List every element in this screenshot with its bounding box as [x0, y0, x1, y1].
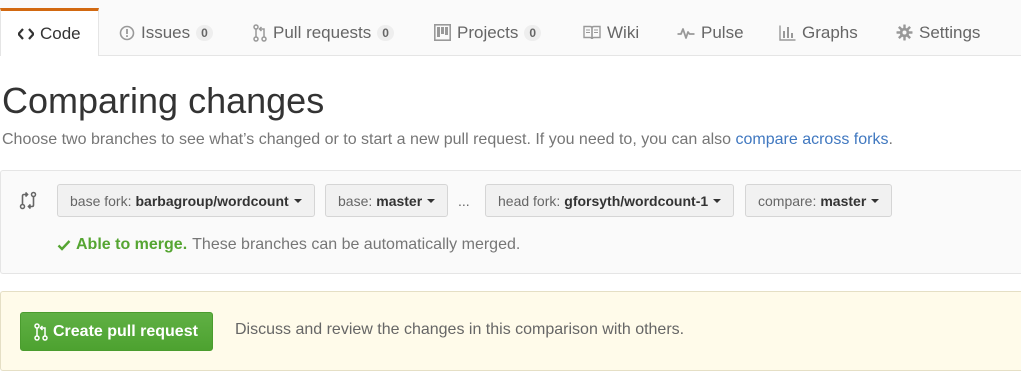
- range-ellipsis: ...: [458, 193, 470, 209]
- base-fork-value: barbagroup/wordcount: [135, 192, 289, 209]
- base-branch-select[interactable]: base: master: [325, 184, 449, 217]
- tab-issues-label: Issues: [141, 22, 191, 42]
- head-fork-value: gforsyth/wordcount-1: [564, 192, 709, 209]
- compare-branch-value: master: [820, 192, 867, 209]
- issue-opened-icon: [119, 25, 135, 41]
- banner-description: Discuss and review the changes in this c…: [235, 321, 685, 338]
- create-pull-request-button[interactable]: Create pull request: [20, 312, 213, 351]
- tab-settings[interactable]: Settings: [896, 9, 980, 56]
- tab-pull-requests[interactable]: Pull requests 0: [253, 9, 394, 56]
- merge-status-detail: These branches can be automatically merg…: [192, 236, 521, 253]
- graph-icon: [779, 25, 796, 41]
- tab-issues[interactable]: Issues 0: [119, 9, 213, 56]
- tab-pulse[interactable]: Pulse: [677, 9, 744, 56]
- pulse-icon: [677, 26, 695, 40]
- gear-icon: [896, 24, 913, 41]
- tab-code[interactable]: Code: [0, 8, 99, 56]
- head-fork-label: head fork:: [498, 192, 561, 209]
- compare-across-forks-link[interactable]: compare across forks: [736, 131, 889, 148]
- check-icon: [57, 239, 71, 251]
- base-fork-select[interactable]: base fork: barbagroup/wordcount: [57, 184, 315, 217]
- tab-graphs[interactable]: Graphs: [779, 9, 858, 56]
- caret-down-icon: [871, 198, 880, 203]
- tab-settings-label: Settings: [919, 22, 981, 42]
- repo-tab-nav: Code Issues 0 Pull requests 0 Projects 0…: [0, 0, 1021, 56]
- tab-projects[interactable]: Projects 0: [434, 9, 542, 56]
- git-pull-request-icon: [34, 322, 48, 341]
- project-icon: [434, 24, 451, 41]
- book-icon: [583, 25, 601, 40]
- tab-code-label: Code: [40, 23, 81, 43]
- git-compare-icon[interactable]: [19, 191, 37, 215]
- range-editor: base fork: barbagroup/wordcount base: ma…: [0, 170, 1021, 274]
- base-fork-label: base fork:: [70, 192, 132, 209]
- head-fork-select[interactable]: head fork: gforsyth/wordcount-1: [485, 184, 735, 217]
- git-pull-request-icon: [253, 23, 267, 42]
- subtitle-text: Choose two branches to see what’s change…: [2, 131, 732, 148]
- code-icon: [18, 27, 34, 41]
- create-pr-banner: Create pull request Discuss and review t…: [0, 291, 1021, 371]
- create-pull-request-label: Create pull request: [53, 322, 198, 340]
- tab-pulse-label: Pulse: [701, 22, 744, 42]
- tab-wiki-label: Wiki: [607, 22, 640, 42]
- base-branch-label: base:: [338, 192, 373, 209]
- compare-branch-select[interactable]: compare: master: [745, 184, 893, 217]
- tab-pull-requests-label: Pull requests: [273, 22, 372, 42]
- issues-counter: 0: [196, 24, 213, 41]
- base-branch-value: master: [376, 192, 423, 209]
- tab-projects-label: Projects: [457, 22, 519, 42]
- merge-status: Able to merge. These branches can be aut…: [57, 236, 520, 254]
- caret-down-icon: [293, 198, 302, 203]
- compare-branch-label: compare:: [758, 192, 817, 209]
- merge-status-headline: Able to merge.: [76, 236, 188, 253]
- caret-down-icon: [713, 198, 722, 203]
- page-subtitle: Choose two branches to see what’s change…: [2, 131, 893, 149]
- caret-down-icon: [427, 198, 436, 203]
- subtitle-end: .: [888, 131, 893, 148]
- tab-wiki[interactable]: Wiki: [583, 9, 639, 56]
- tab-graphs-label: Graphs: [802, 22, 858, 42]
- pull-requests-counter: 0: [377, 24, 394, 41]
- projects-counter: 0: [524, 24, 542, 41]
- page-title: Comparing changes: [2, 80, 325, 121]
